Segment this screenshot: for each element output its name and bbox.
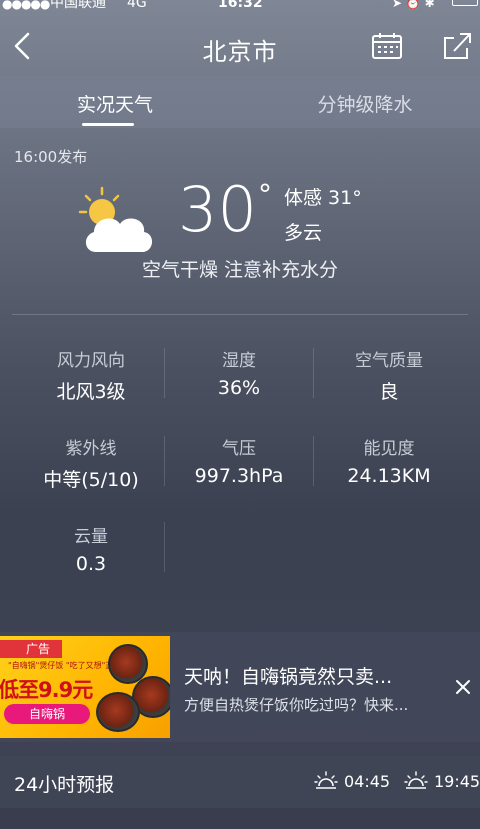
metric-value: 997.3hPa (194, 465, 284, 487)
share-icon (444, 33, 471, 59)
metric-value: 中等(5/10) (43, 469, 139, 491)
ad-brand: 自嗨锅 (4, 704, 90, 724)
tab-live-weather[interactable]: 实况天气 (0, 90, 230, 117)
metric-value: 36% (217, 377, 261, 399)
battery-icon (452, 0, 478, 6)
temperature: 30 (178, 173, 257, 246)
grid-divider (164, 348, 165, 398)
forecast-header: 24小时预报 04:45 19:45 (0, 756, 480, 808)
close-ad-button[interactable] (450, 674, 476, 700)
weather-condition: 多云 (284, 222, 323, 244)
food-bowl-image (96, 692, 140, 732)
metric-value: 北风3级 (56, 381, 126, 403)
sunrise-icon (314, 770, 338, 792)
network-type: 4G (127, 0, 147, 11)
ad-headline[interactable]: 天呐！自嗨锅竟然只卖... (184, 662, 392, 689)
status-bar: ●●●●● 中国联通 4G 16:32 ➤ ⏰ ✱ (0, 0, 480, 18)
grid-divider (164, 522, 165, 572)
sunset-time: 19:45 (434, 772, 480, 791)
forecast-list-edge (0, 808, 480, 829)
divider (12, 314, 468, 315)
metric-visibility: 能见度 24.13KM (314, 434, 464, 487)
ad-price: 低至9.9元 (0, 678, 93, 702)
calendar-button[interactable] (370, 31, 404, 61)
weather-advice: 空气干燥 注意补充水分 (141, 259, 339, 281)
ad-description[interactable]: 方便自热煲仔饭你吃过吗？快来... (184, 694, 408, 715)
close-icon (456, 680, 470, 694)
partly-cloudy-icon (78, 186, 158, 256)
metric-label: 云量 (74, 527, 108, 547)
calendar-icon (372, 33, 402, 59)
active-tab-indicator (82, 123, 134, 126)
metric-value: 0.3 (75, 553, 107, 575)
metric-label: 风力风向 (57, 351, 125, 371)
share-button[interactable] (440, 30, 474, 62)
location-icon: ➤ ⏰ ✱ (392, 0, 435, 10)
metric-humidity: 湿度 36% (164, 346, 314, 399)
metric-uv: 紫外线 中等(5/10) (16, 434, 166, 492)
metric-pressure: 气压 997.3hPa (164, 434, 314, 487)
clock: 16:32 (218, 0, 263, 11)
degree-symbol: ° (258, 178, 272, 211)
ad-image[interactable]: 广告 "自嗨锅"煲仔饭 "吃了又想"正宗原味 低至9.9元 自嗨锅 (0, 636, 170, 738)
tab-minute-precipitation[interactable]: 分钟级降水 (250, 90, 480, 117)
metric-label: 湿度 (222, 351, 256, 371)
publish-time: 16:00发布 (14, 148, 88, 166)
grid-divider (313, 348, 314, 398)
grid-divider (313, 436, 314, 486)
sunrise-time: 04:45 (344, 772, 391, 791)
metric-cloud-cover: 云量 0.3 (16, 522, 166, 575)
metric-label: 气压 (222, 439, 256, 459)
signal-strength: ●●●●● (2, 0, 50, 11)
ad-tag: 广告 (0, 640, 62, 658)
forecast-title: 24小时预报 (14, 774, 115, 796)
metric-value: 良 (379, 381, 399, 403)
page-title: 北京市 (202, 38, 278, 66)
grid-divider (164, 436, 165, 486)
metric-label: 空气质量 (355, 351, 423, 371)
metric-value: 24.13KM (347, 465, 431, 487)
carrier-name: 中国联通 (50, 0, 106, 11)
sunset-icon (404, 770, 428, 792)
nav-bar: 北京市 (0, 20, 480, 76)
feels-like: 体感 31° (284, 187, 362, 209)
metric-label: 能见度 (363, 439, 415, 459)
metric-wind: 风力风向 北风3级 (16, 346, 166, 404)
tab-bar: 实况天气 分钟级降水 (0, 76, 480, 128)
metric-label: 紫外线 (65, 439, 117, 459)
metric-air-quality: 空气质量 良 (314, 346, 464, 404)
